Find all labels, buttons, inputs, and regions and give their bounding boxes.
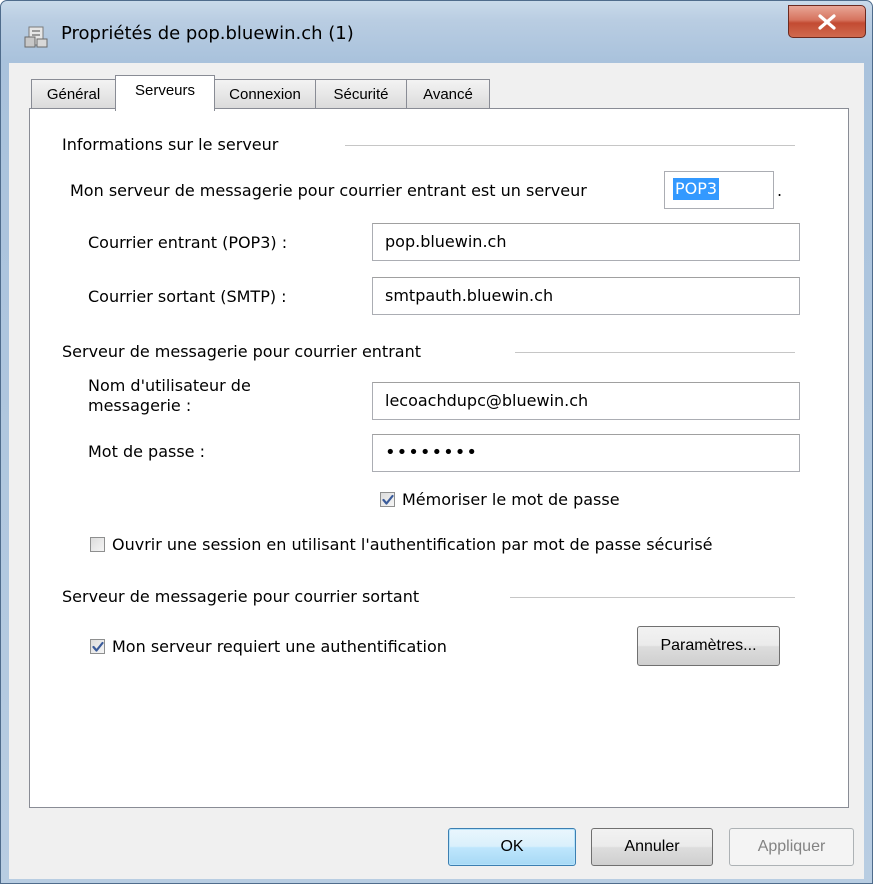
password-field[interactable]: ••••••••: [372, 434, 800, 472]
tab-label: Sécurité: [333, 86, 389, 103]
username-label-line1: Nom d'utilisateur de: [88, 376, 251, 395]
checkmark-icon: [382, 494, 394, 505]
properties-window: Propriétés de pop.bluewin.ch (1) Général…: [0, 0, 873, 884]
apply-button-label: Appliquer: [757, 838, 826, 855]
ok-button[interactable]: OK: [448, 828, 576, 866]
remember-password-checkbox[interactable]: [380, 492, 395, 507]
server-type-label: Mon serveur de messagerie pour courrier …: [70, 181, 587, 200]
cancel-button[interactable]: Annuler: [591, 828, 713, 866]
window-title: Propriétés de pop.bluewin.ch (1): [61, 23, 354, 44]
close-button[interactable]: [788, 5, 866, 38]
checkmark-icon: [92, 641, 104, 652]
settings-button-label: Paramètres...: [660, 637, 757, 654]
group-label-incoming-server: Serveur de messagerie pour courrier entr…: [62, 342, 421, 361]
incoming-mail-label: Courrier entrant (POP3) :: [88, 233, 288, 252]
password-value: ••••••••: [385, 442, 478, 463]
settings-button[interactable]: Paramètres...: [637, 626, 780, 666]
tab-label: Serveurs: [134, 82, 196, 99]
incoming-mail-value: pop.bluewin.ch: [385, 232, 507, 251]
username-field[interactable]: lecoachdupc@bluewin.ch: [372, 382, 800, 420]
group-divider: [515, 352, 795, 353]
group-divider: [345, 145, 795, 146]
tab-label: Connexion: [229, 86, 301, 103]
spa-label: Ouvrir une session en utilisant l'authen…: [112, 535, 713, 554]
title-bar[interactable]: Propriétés de pop.bluewin.ch (1): [1, 1, 872, 61]
server-type-value: POP3: [673, 178, 720, 200]
close-icon: [818, 14, 836, 30]
ok-button-label: OK: [500, 838, 524, 855]
server-type-field[interactable]: POP3: [664, 171, 774, 209]
cancel-button-label: Annuler: [624, 838, 680, 855]
outgoing-mail-value: smtpauth.bluewin.ch: [385, 286, 554, 305]
server-type-suffix: .: [777, 181, 783, 200]
group-label-outgoing-server: Serveur de messagerie pour courrier sort…: [62, 587, 420, 606]
auth-required-label: Mon serveur requiert une authentificatio…: [112, 637, 447, 656]
group-label-server-info: Informations sur le serveur: [62, 135, 279, 154]
tab-label: Général: [46, 86, 101, 103]
servers-tab-panel: Informations sur le serveur Mon serveur …: [29, 108, 849, 808]
password-label: Mot de passe :: [88, 442, 205, 461]
outgoing-mail-field[interactable]: smtpauth.bluewin.ch: [372, 277, 800, 315]
mail-account-properties-icon: [23, 25, 49, 49]
group-divider: [510, 597, 795, 598]
remember-password-label: Mémoriser le mot de passe: [402, 490, 620, 509]
outgoing-mail-label: Courrier sortant (SMTP) :: [88, 287, 287, 306]
dialog-client-area: Général Serveurs Connexion Sécurité Avan…: [9, 63, 864, 879]
tab-general[interactable]: Général: [31, 79, 116, 109]
apply-button[interactable]: Appliquer: [729, 828, 854, 866]
incoming-mail-field[interactable]: pop.bluewin.ch: [372, 223, 800, 261]
auth-required-checkbox[interactable]: [90, 639, 105, 654]
tab-serveurs[interactable]: Serveurs: [115, 75, 215, 111]
spa-checkbox[interactable]: [90, 537, 105, 552]
username-label-line2: messagerie :: [88, 396, 192, 415]
tab-securite[interactable]: Sécurité: [315, 79, 407, 109]
username-value: lecoachdupc@bluewin.ch: [385, 391, 589, 410]
tab-connexion[interactable]: Connexion: [214, 79, 316, 109]
tab-avance[interactable]: Avancé: [406, 79, 490, 109]
tab-label: Avancé: [423, 86, 473, 103]
